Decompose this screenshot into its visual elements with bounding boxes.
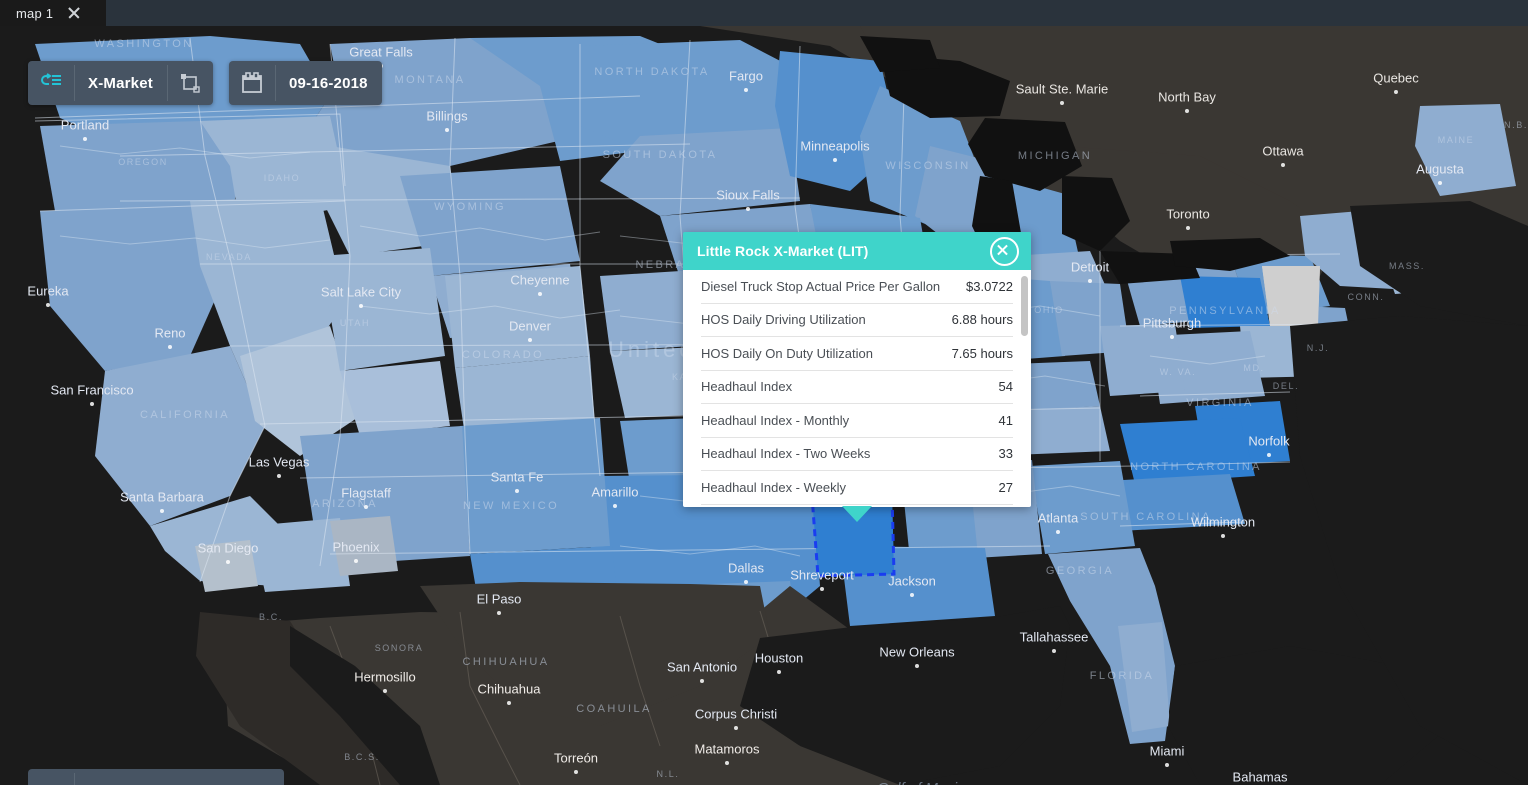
popup-metric-row: Headhaul Index - Monthly 41: [701, 404, 1013, 438]
map-application: United StatesWASHINGTONMONTANANORTH DAKO…: [0, 0, 1528, 785]
close-icon[interactable]: [67, 6, 81, 20]
popup-title: Little Rock X-Market (LIT): [697, 243, 869, 259]
popup-metric-row: HOS Daily On Duty Utilization 7.65 hours: [701, 337, 1013, 371]
popup-metric-value: 41: [998, 412, 1013, 428]
market-label: X-Market: [88, 74, 153, 92]
popup-metric-value: 6.88 hours: [951, 312, 1013, 328]
bottom-toolbar-field[interactable]: [74, 769, 284, 785]
popup-metric-row: Headhaul Index - Two Weeks 33: [701, 438, 1013, 471]
popup-metric-label: Diesel Truck Stop Actual Price Per Gallo…: [701, 278, 941, 294]
popup-metric-value: 33: [998, 446, 1013, 462]
date-value-button[interactable]: 09-16-2018: [275, 61, 382, 105]
date-value: 09-16-2018: [289, 74, 368, 92]
popup-metric-value: 27: [998, 479, 1013, 495]
popup-metric-label: Headhaul Index - Two Weeks: [701, 446, 871, 462]
popup-metric-label: Headhaul Index: [701, 379, 793, 395]
popup-metric-value: $3.0722: [966, 278, 1013, 294]
market-toolbar[interactable]: X-Market: [28, 61, 213, 105]
calendar-icon-glyph: [242, 72, 262, 93]
date-toolbar[interactable]: 09-16-2018: [229, 61, 382, 105]
market-list-icon[interactable]: [28, 61, 74, 105]
close-circle-icon[interactable]: [990, 236, 1019, 266]
bottom-toolbar-icon-slot[interactable]: [28, 769, 74, 785]
popup-header: Little Rock X-Market (LIT): [683, 232, 1031, 270]
tab-map-1[interactable]: map 1: [0, 0, 106, 26]
popup-metric-value: 7.65 hours: [951, 345, 1013, 361]
popup-metric-label: HOS Daily On Duty Utilization: [701, 345, 873, 361]
bottom-toolbar[interactable]: [28, 769, 284, 785]
popup-metric-row: HOS Daily Driving Utilization 6.88 hours: [701, 304, 1013, 337]
draw-polygon-icon[interactable]: [166, 61, 213, 105]
tab-label: map 1: [16, 5, 54, 21]
draw-polygon-icon-glyph: [180, 74, 200, 93]
popup-body[interactable]: Diesel Truck Stop Actual Price Per Gallo…: [683, 270, 1031, 507]
popup-metric-row: Diesel Truck Stop Actual Price Per Gallo…: [701, 270, 1013, 304]
popup-pointer-icon: [842, 506, 872, 522]
popup-metric-row: Headhaul Index - Weekly 27: [701, 471, 1013, 505]
market-label-button[interactable]: X-Market: [74, 61, 167, 105]
market-info-popup[interactable]: Little Rock X-Market (LIT) Diesel Truck …: [683, 232, 1031, 522]
popup-metric-list: Diesel Truck Stop Actual Price Per Gallo…: [683, 270, 1031, 505]
market-list-icon-glyph: [41, 73, 61, 85]
popup-metric-value: 54: [998, 379, 1013, 395]
popup-metric-label: HOS Daily Driving Utilization: [701, 312, 866, 328]
popup-scrollbar[interactable]: [1021, 276, 1028, 336]
popup-metric-label: Headhaul Index - Weekly: [701, 479, 847, 495]
calendar-icon[interactable]: [229, 61, 275, 105]
tab-bar: map 1: [0, 0, 1528, 26]
popup-metric-label: Headhaul Index - Monthly: [701, 412, 850, 428]
popup-metric-row: Headhaul Index 54: [701, 371, 1013, 404]
